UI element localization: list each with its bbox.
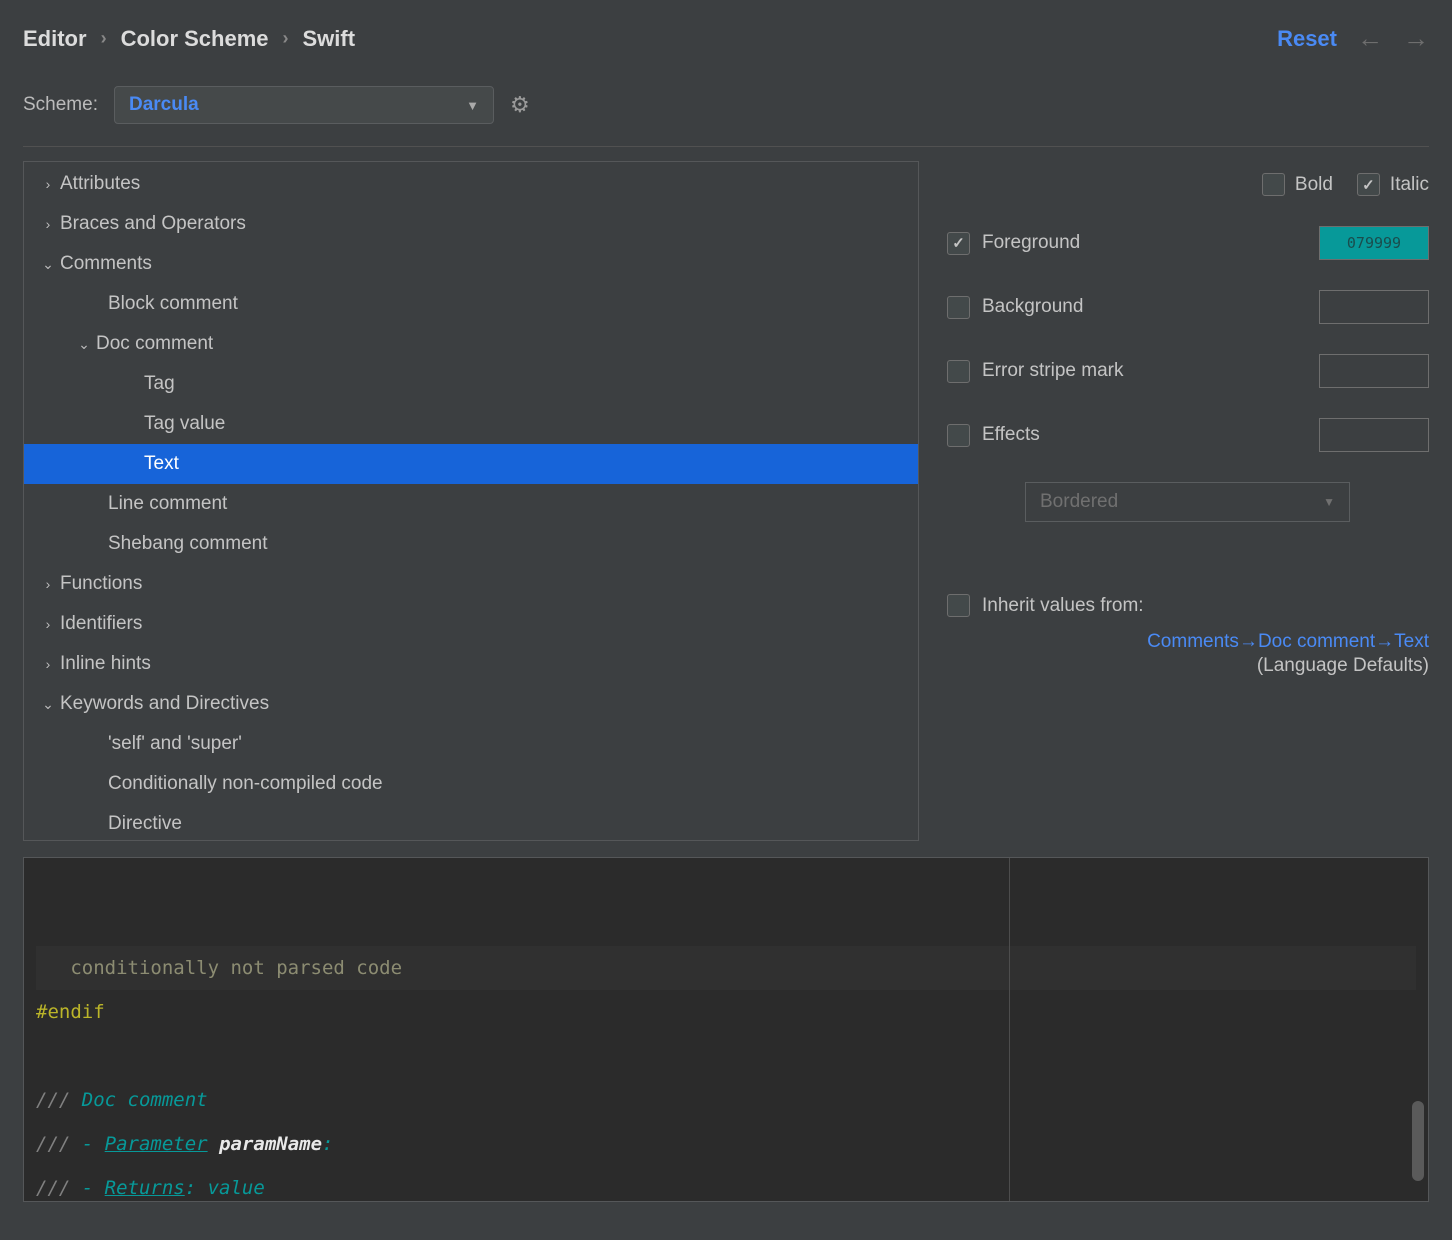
error-stripe-checkbox[interactable] bbox=[947, 360, 970, 383]
bold-checkbox[interactable] bbox=[1262, 173, 1285, 196]
tree-item-block-comment[interactable]: Block comment bbox=[24, 284, 918, 324]
foreground-checkbox[interactable] bbox=[947, 232, 970, 255]
tree-item-keywords[interactable]: ⌄Keywords and Directives bbox=[24, 684, 918, 724]
chevron-down-icon[interactable]: ⌄ bbox=[36, 696, 60, 713]
inherit-link-doc-comment[interactable]: Doc comment bbox=[1258, 631, 1375, 652]
bold-label: Bold bbox=[1295, 174, 1333, 196]
tree-label: Text bbox=[144, 453, 179, 475]
chevron-right-icon[interactable]: › bbox=[36, 176, 60, 192]
chevron-right-icon[interactable]: › bbox=[36, 216, 60, 232]
tree-label: 'self' and 'super' bbox=[108, 733, 242, 755]
breadcrumb-editor[interactable]: Editor bbox=[23, 26, 87, 52]
attributes-tree: ›Attributes ›Braces and Operators ⌄Comme… bbox=[23, 161, 919, 841]
tree-label: Keywords and Directives bbox=[60, 693, 269, 715]
tree-label: Braces and Operators bbox=[60, 213, 246, 235]
preview-line: /// Doc comment bbox=[36, 1089, 208, 1111]
chevron-right-icon: › bbox=[283, 28, 289, 49]
tree-item-tag[interactable]: Tag bbox=[24, 364, 918, 404]
tree-label: Comments bbox=[60, 253, 152, 275]
scheme-select[interactable]: Darcula ▼ bbox=[114, 86, 494, 124]
tree-item-braces[interactable]: ›Braces and Operators bbox=[24, 204, 918, 244]
tree-label: Attributes bbox=[60, 173, 140, 195]
preview-line: /// - Returns: value bbox=[36, 1177, 265, 1199]
preview-line: conditionally not parsed code bbox=[36, 946, 1416, 990]
tree-item-functions[interactable]: ›Functions bbox=[24, 564, 918, 604]
tree-label: Functions bbox=[60, 573, 142, 595]
inherit-link-comments[interactable]: Comments bbox=[1147, 631, 1239, 652]
forward-arrow-icon: → bbox=[1403, 23, 1429, 54]
background-color-swatch[interactable] bbox=[1319, 290, 1429, 324]
scheme-label: Scheme: bbox=[23, 94, 98, 116]
tree-label: Identifiers bbox=[60, 613, 142, 635]
background-label: Background bbox=[982, 296, 1083, 318]
tree-item-tag-value[interactable]: Tag value bbox=[24, 404, 918, 444]
inherit-checkbox[interactable] bbox=[947, 594, 970, 617]
tree-label: Directive bbox=[108, 813, 182, 835]
tree-item-line-comment[interactable]: Line comment bbox=[24, 484, 918, 524]
chevron-right-icon: › bbox=[101, 28, 107, 49]
effects-type-value: Bordered bbox=[1040, 491, 1118, 513]
effects-checkbox[interactable] bbox=[947, 424, 970, 447]
chevron-down-icon: ▼ bbox=[466, 98, 479, 113]
chevron-down-icon: ▼ bbox=[1323, 495, 1335, 509]
inherit-link-text[interactable]: Text bbox=[1394, 631, 1429, 652]
breadcrumb-color-scheme[interactable]: Color Scheme bbox=[121, 26, 269, 52]
tree-label: Tag value bbox=[144, 413, 225, 435]
chevron-right-icon[interactable]: › bbox=[36, 616, 60, 632]
tree-label: Doc comment bbox=[96, 333, 213, 355]
background-checkbox[interactable] bbox=[947, 296, 970, 319]
chevron-down-icon[interactable]: ⌄ bbox=[72, 336, 96, 353]
reset-button[interactable]: Reset bbox=[1277, 26, 1337, 52]
foreground-label: Foreground bbox=[982, 232, 1080, 254]
inherit-label: Inherit values from: bbox=[982, 595, 1144, 617]
foreground-color-swatch[interactable]: 079999 bbox=[1319, 226, 1429, 260]
tree-label: Tag bbox=[144, 373, 175, 395]
tree-item-comments[interactable]: ⌄Comments bbox=[24, 244, 918, 284]
scheme-value: Darcula bbox=[129, 94, 199, 116]
tree-item-cond-non-compiled[interactable]: Conditionally non-compiled code bbox=[24, 764, 918, 804]
code-preview: conditionally not parsed code #endif ///… bbox=[23, 857, 1429, 1202]
inherit-sub-label: (Language Defaults) bbox=[947, 655, 1429, 677]
effects-color-swatch[interactable] bbox=[1319, 418, 1429, 452]
breadcrumb-swift[interactable]: Swift bbox=[303, 26, 356, 52]
gear-icon[interactable]: ⚙ bbox=[510, 92, 530, 118]
scrollbar-thumb[interactable] bbox=[1412, 1101, 1424, 1181]
back-arrow-icon: ← bbox=[1357, 23, 1383, 54]
preview-line: /// - Parameter paramName: bbox=[36, 1133, 333, 1155]
tree-item-doc-comment[interactable]: ⌄Doc comment bbox=[24, 324, 918, 364]
tree-label: Line comment bbox=[108, 493, 227, 515]
error-stripe-label: Error stripe mark bbox=[982, 360, 1123, 382]
italic-checkbox[interactable] bbox=[1357, 173, 1380, 196]
error-stripe-color-swatch[interactable] bbox=[1319, 354, 1429, 388]
tree-label: Conditionally non-compiled code bbox=[108, 773, 383, 795]
tree-item-inline-hints[interactable]: ›Inline hints bbox=[24, 644, 918, 684]
chevron-right-icon[interactable]: › bbox=[36, 576, 60, 592]
effects-label: Effects bbox=[982, 424, 1040, 446]
tree-item-directive[interactable]: Directive bbox=[24, 804, 918, 841]
tree-item-shebang[interactable]: Shebang comment bbox=[24, 524, 918, 564]
breadcrumb: Editor › Color Scheme › Swift bbox=[23, 26, 355, 52]
chevron-down-icon[interactable]: ⌄ bbox=[36, 256, 60, 273]
tree-item-self-super[interactable]: 'self' and 'super' bbox=[24, 724, 918, 764]
preview-line: #endif bbox=[36, 1001, 105, 1023]
tree-item-text[interactable]: Text bbox=[24, 444, 918, 484]
tree-item-attributes[interactable]: ›Attributes bbox=[24, 164, 918, 204]
tree-item-identifiers[interactable]: ›Identifiers bbox=[24, 604, 918, 644]
tree-label: Inline hints bbox=[60, 653, 151, 675]
chevron-right-icon[interactable]: › bbox=[36, 656, 60, 672]
effects-type-select: Bordered ▼ bbox=[1025, 482, 1350, 522]
italic-label: Italic bbox=[1390, 174, 1429, 196]
tree-label: Block comment bbox=[108, 293, 238, 315]
tree-label: Shebang comment bbox=[108, 533, 268, 555]
